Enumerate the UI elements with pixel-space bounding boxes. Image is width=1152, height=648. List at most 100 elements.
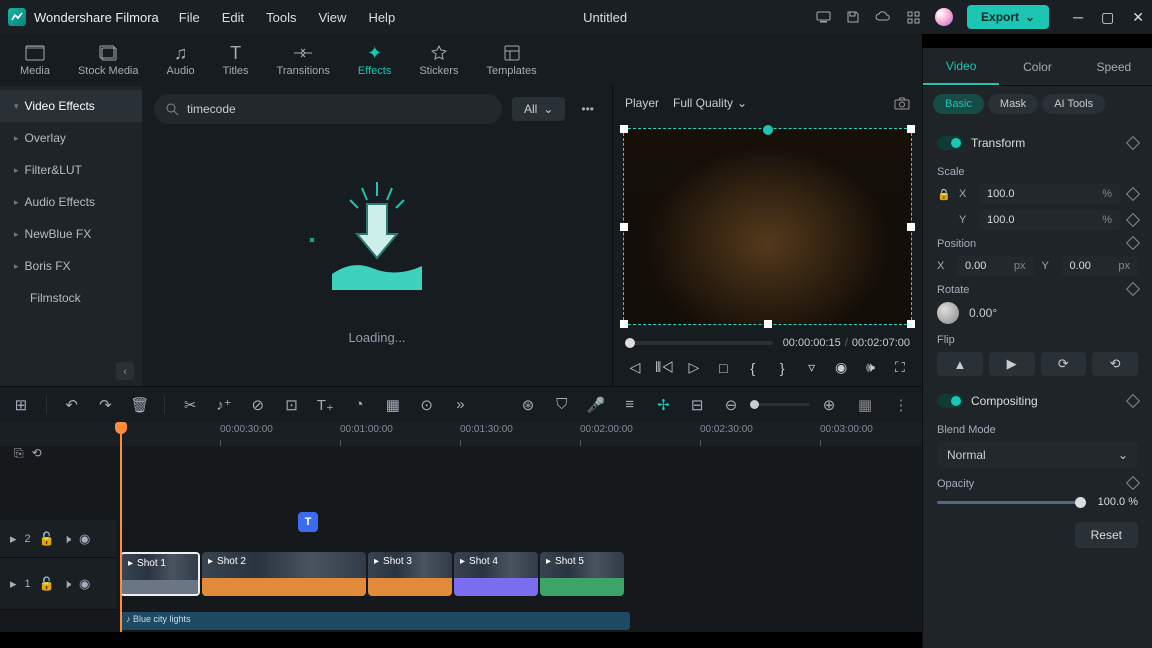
rotate-dial[interactable]: [937, 302, 959, 324]
step-back-button[interactable]: ⦀◁: [654, 359, 674, 376]
tab-templates[interactable]: Templates: [486, 43, 536, 77]
sidebar-item-filmstock[interactable]: Filmstock: [0, 282, 142, 314]
clip-shot-3[interactable]: ▸Shot 3: [368, 552, 452, 596]
tab-stock[interactable]: Stock Media: [78, 43, 139, 77]
voiceover-button[interactable]: 🎤: [587, 396, 605, 414]
sidebar-item-overlay[interactable]: ▸Overlay: [0, 122, 142, 154]
opacity-slider[interactable]: [937, 501, 1086, 504]
position-y-input[interactable]: 0.00px: [1062, 256, 1139, 276]
flip-vertical-button[interactable]: ▶: [989, 352, 1035, 376]
sidebar-item-boris[interactable]: ▸Boris FX: [0, 250, 142, 282]
menu-edit[interactable]: Edit: [222, 10, 244, 25]
split-button[interactable]: ✂: [181, 396, 199, 414]
more-tools-button[interactable]: »: [452, 396, 470, 413]
clip-shot-2[interactable]: ▸Shot 2: [202, 552, 366, 596]
crop-button[interactable]: ⊡: [283, 396, 301, 414]
sidebar-item-audio-effects[interactable]: ▸Audio Effects: [0, 186, 142, 218]
flip-horizontal-button[interactable]: ▲: [937, 352, 983, 376]
search-input[interactable]: [187, 102, 490, 116]
audio-clip[interactable]: ♪ Blue city lights: [120, 612, 630, 630]
track-copy-button[interactable]: ⎘: [14, 446, 24, 461]
rotate-value[interactable]: 0.00°: [969, 306, 997, 320]
filter-all-button[interactable]: All⌄: [512, 97, 565, 121]
tag-button[interactable]: ⊘: [249, 396, 267, 414]
prev-frame-button[interactable]: ◁: [625, 359, 645, 376]
export-button[interactable]: Export⌄: [967, 5, 1049, 29]
rotate-cw-button[interactable]: ⟳: [1041, 352, 1087, 376]
window-maximize[interactable]: ▢: [1101, 9, 1114, 26]
tab-effects[interactable]: ✦Effects: [358, 43, 391, 77]
play-button[interactable]: ▷: [684, 359, 704, 376]
window-close[interactable]: ✕: [1132, 9, 1144, 26]
canvas-handle-tr[interactable]: [907, 125, 915, 133]
zoom-out-button[interactable]: ⊖: [722, 396, 740, 414]
keyframe-button[interactable]: [1126, 282, 1140, 296]
text-button[interactable]: T₊: [316, 396, 334, 414]
subtab-basic[interactable]: Basic: [933, 94, 984, 114]
zoom-slider[interactable]: [750, 403, 810, 406]
keyframe-button[interactable]: [1126, 136, 1140, 150]
caption-button[interactable]: ⊟: [688, 396, 706, 414]
keyframe-button[interactable]: [1126, 213, 1140, 227]
tab-media[interactable]: Media: [20, 43, 50, 77]
more-options-button[interactable]: •••: [575, 102, 600, 116]
layout-button[interactable]: ⊞: [12, 396, 30, 414]
canvas-handle-bottom[interactable]: [764, 320, 772, 328]
track-mute-button[interactable]: 🕨: [63, 576, 71, 592]
canvas-handle-top[interactable]: [763, 125, 773, 135]
position-x-input[interactable]: 0.00px: [957, 256, 1034, 276]
props-tab-color[interactable]: Color: [999, 48, 1075, 85]
sidebar-item-filter-lut[interactable]: ▸Filter&LUT: [0, 154, 142, 186]
render-button[interactable]: ⊛: [519, 396, 537, 414]
keyframe-button[interactable]: [1126, 236, 1140, 250]
snapshot-button[interactable]: [894, 97, 910, 110]
tab-titles[interactable]: TTitles: [223, 43, 249, 77]
opacity-value[interactable]: 100.0 %: [1094, 496, 1138, 508]
keyframe-button[interactable]: [1126, 187, 1140, 201]
user-avatar[interactable]: [935, 8, 953, 26]
playhead[interactable]: [120, 422, 122, 632]
save-icon[interactable]: [845, 9, 861, 25]
tab-transitions[interactable]: Transitions: [277, 43, 330, 77]
options-button[interactable]: ⋮: [892, 396, 910, 414]
apps-icon[interactable]: [905, 9, 921, 25]
scrub-handle[interactable]: [625, 338, 635, 348]
canvas-handle-left[interactable]: [620, 223, 628, 231]
subtab-mask[interactable]: Mask: [988, 94, 1038, 114]
canvas-handle-tl[interactable]: [620, 125, 628, 133]
device-icon[interactable]: [815, 9, 831, 25]
props-tab-speed[interactable]: Speed: [1076, 48, 1152, 85]
menu-file[interactable]: File: [179, 10, 200, 25]
compositing-toggle[interactable]: [937, 394, 963, 408]
blend-mode-select[interactable]: Normal⌄: [937, 442, 1138, 468]
track-visibility-button[interactable]: ◉: [79, 576, 90, 592]
canvas-handle-bl[interactable]: [620, 320, 628, 328]
volume-button[interactable]: 🕪: [861, 359, 881, 376]
keyframe-button[interactable]: [1126, 476, 1140, 490]
keyframe-button[interactable]: [1126, 394, 1140, 408]
menu-view[interactable]: View: [318, 10, 346, 25]
props-tab-video[interactable]: Video: [923, 48, 999, 85]
transform-toggle[interactable]: [937, 136, 963, 150]
preview-canvas[interactable]: [623, 128, 912, 325]
menu-help[interactable]: Help: [368, 10, 395, 25]
thumbnail-toggle[interactable]: ▦: [856, 396, 874, 414]
clip-shot-1[interactable]: ▸Shot 1: [120, 552, 200, 596]
scrub-track[interactable]: [625, 341, 773, 345]
menu-tools[interactable]: Tools: [266, 10, 296, 25]
delete-button[interactable]: 🗑: [130, 396, 148, 414]
sidebar-item-video-effects[interactable]: ▾Video Effects: [0, 90, 142, 122]
cloud-icon[interactable]: [875, 9, 891, 25]
speed-button[interactable]: ◔: [350, 396, 368, 413]
zoom-in-button[interactable]: ⊕: [820, 396, 838, 414]
timeline-ruler[interactable]: 00:00:30:00 00:01:00:00 00:01:30:00 00:0…: [0, 422, 922, 446]
window-minimize[interactable]: ─: [1073, 9, 1083, 26]
shield-button[interactable]: ⛉: [553, 396, 571, 413]
track-lock-button[interactable]: 🔓: [39, 531, 55, 547]
rotate-ccw-button[interactable]: ⟲: [1092, 352, 1138, 376]
scale-y-input[interactable]: 100.0%: [979, 210, 1120, 230]
stop-button[interactable]: □: [713, 360, 733, 376]
color-button[interactable]: ▦: [384, 396, 402, 414]
ai-button[interactable]: ✢: [654, 396, 672, 414]
track-mute-button[interactable]: 🕨: [63, 531, 71, 547]
